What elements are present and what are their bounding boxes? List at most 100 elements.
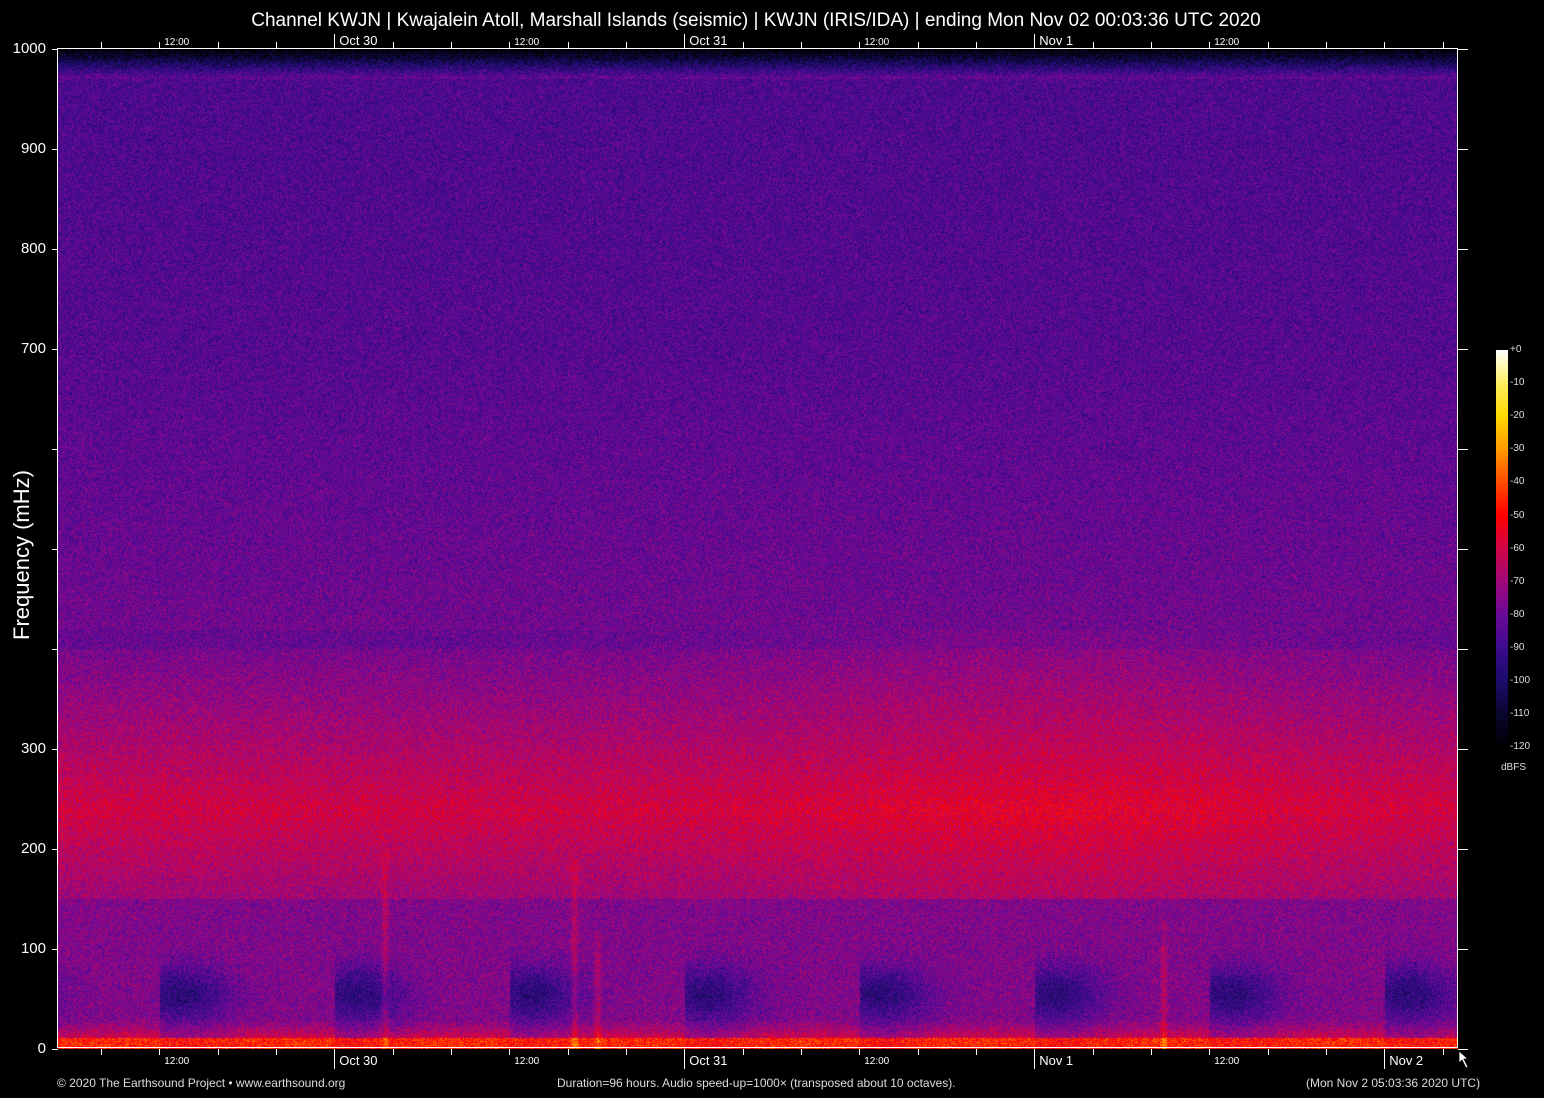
colorbar-unit: dBFS xyxy=(1501,762,1527,773)
y-tick-left xyxy=(52,948,58,950)
y-tick-left xyxy=(52,248,58,250)
y-tick-right xyxy=(1458,148,1468,150)
y-tick-label: 100 xyxy=(20,940,46,957)
x-tick-label-bottom: Nov 2 xyxy=(1389,1053,1424,1068)
x-tick-top xyxy=(450,42,452,48)
x-day-tick-top xyxy=(684,34,686,48)
x-tick-label-top: 12:00 xyxy=(864,37,890,48)
y-tick-right xyxy=(1458,648,1468,650)
x-tick-label-bottom: Oct 31 xyxy=(689,1053,728,1068)
colorbar-tick-label: -120 xyxy=(1510,741,1531,753)
y-tick-right xyxy=(1458,48,1468,50)
x-tick-bottom xyxy=(1325,1049,1327,1055)
x-tick-top xyxy=(217,42,219,48)
x-tick-label-bottom: 12:00 xyxy=(1214,1056,1240,1067)
y-tick-left xyxy=(52,1048,58,1050)
x-tick-bottom xyxy=(567,1049,569,1055)
colorbar-tick-label: -90 xyxy=(1510,641,1525,653)
y-tick-left xyxy=(52,848,58,850)
x-tick-bottom xyxy=(742,1049,744,1055)
colorbar-tick-label: -60 xyxy=(1510,542,1525,554)
x-tick-top xyxy=(1442,42,1444,48)
colorbar-tick-label: -80 xyxy=(1510,608,1525,620)
y-tick-left xyxy=(52,648,58,650)
y-tick-label: 700 xyxy=(20,340,46,357)
y-axis-label: Frequency (mHz) xyxy=(9,470,34,640)
x-tick-bottom xyxy=(1209,1049,1211,1055)
x-tick-top xyxy=(742,42,744,48)
x-tick-bottom xyxy=(217,1049,219,1055)
colorbar-tick-label: -110 xyxy=(1510,708,1530,720)
y-tick-label: 1000 xyxy=(12,40,46,57)
x-tick-label-top: 12:00 xyxy=(164,37,190,48)
y-tick-left xyxy=(52,548,58,550)
x-tick-label-bottom: 12:00 xyxy=(514,1056,540,1067)
y-tick-left xyxy=(52,448,58,450)
x-tick-top xyxy=(100,42,102,48)
colorbar-tick-label: -30 xyxy=(1510,443,1525,455)
colorbar-tick-label: -70 xyxy=(1510,575,1525,587)
x-tick-label-top: Oct 30 xyxy=(339,33,378,48)
x-tick-label-top: 12:00 xyxy=(1214,37,1240,48)
x-tick-top xyxy=(800,42,802,48)
x-tick-label-bottom: Nov 1 xyxy=(1039,1053,1074,1068)
x-day-tick-top xyxy=(1034,34,1036,48)
y-tick-label: 900 xyxy=(20,140,46,157)
y-tick-right xyxy=(1458,948,1468,950)
x-tick-bottom xyxy=(1150,1049,1152,1055)
y-tick-right xyxy=(1458,548,1468,550)
x-tick-bottom xyxy=(1442,1049,1444,1055)
x-tick-top xyxy=(159,42,161,48)
x-tick-bottom xyxy=(100,1049,102,1055)
spectrogram-heatmap xyxy=(58,49,1458,1049)
x-tick-top xyxy=(1325,42,1327,48)
x-tick-top xyxy=(1384,42,1386,48)
x-tick-top xyxy=(917,42,919,48)
x-tick-top xyxy=(275,42,277,48)
colorbar-tick-label: -50 xyxy=(1510,509,1525,521)
end-time-text: (Mon Nov 2 05:03:36 2020 UTC) xyxy=(1306,1076,1481,1090)
x-day-tick-bottom xyxy=(1384,1049,1386,1069)
colorbar-tick-label: -40 xyxy=(1510,476,1525,488)
x-tick-bottom xyxy=(159,1049,161,1055)
x-day-tick-top xyxy=(334,34,336,48)
x-tick-label-top: Nov 1 xyxy=(1039,33,1074,48)
colorbar-tick-label: -100 xyxy=(1510,675,1531,686)
y-tick-label: 200 xyxy=(20,840,46,857)
x-tick-label-top: Oct 31 xyxy=(689,33,728,48)
x-tick-bottom xyxy=(800,1049,802,1055)
x-tick-top xyxy=(1150,42,1152,48)
x-tick-bottom xyxy=(859,1049,861,1055)
x-tick-top xyxy=(625,42,627,48)
y-tick-right xyxy=(1458,348,1468,350)
y-tick-label: 800 xyxy=(20,240,46,257)
x-day-tick-bottom xyxy=(334,1049,336,1069)
x-tick-top xyxy=(975,42,977,48)
x-tick-bottom xyxy=(509,1049,511,1055)
y-tick-label: 300 xyxy=(20,740,46,757)
duration-text: Duration=96 hours. Audio speed-up=1000× … xyxy=(557,1076,956,1090)
y-tick-left xyxy=(52,348,58,350)
x-tick-label-bottom: Oct 30 xyxy=(339,1053,378,1068)
y-tick-left xyxy=(52,148,58,150)
y-tick-right xyxy=(1458,248,1468,250)
x-tick-label-bottom: 12:00 xyxy=(164,1056,190,1067)
x-tick-top xyxy=(859,42,861,48)
y-tick-left xyxy=(52,48,58,50)
y-tick-right xyxy=(1458,748,1468,750)
y-tick-left xyxy=(52,748,58,750)
chart-title: Channel KWJN | Kwajalein Atoll, Marshall… xyxy=(251,10,1261,31)
x-tick-top xyxy=(1267,42,1269,48)
x-tick-label-top: 12:00 xyxy=(514,37,540,48)
x-tick-top xyxy=(392,42,394,48)
x-tick-bottom xyxy=(975,1049,977,1055)
x-tick-bottom xyxy=(1092,1049,1094,1055)
y-tick-right xyxy=(1458,448,1468,450)
y-tick-label: 0 xyxy=(37,1040,46,1057)
x-tick-bottom xyxy=(275,1049,277,1055)
x-tick-bottom xyxy=(450,1049,452,1055)
x-tick-top xyxy=(567,42,569,48)
x-tick-label-bottom: 12:00 xyxy=(864,1056,890,1067)
colorbar-tick-label: -10 xyxy=(1510,377,1525,389)
x-tick-top xyxy=(509,42,511,48)
